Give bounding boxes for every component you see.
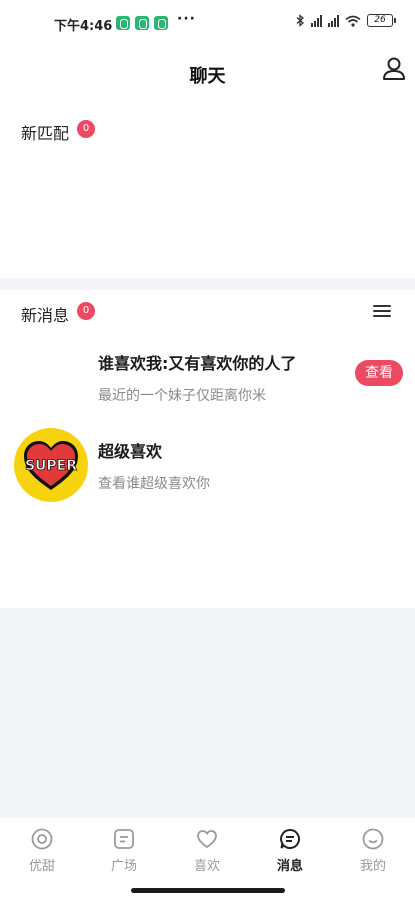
super-like-avatar: SUPER	[14, 428, 88, 502]
smile-icon	[362, 828, 384, 850]
status-bar: 下午4:46 ··· 26	[0, 0, 415, 44]
tab-me[interactable]: 我的	[343, 828, 403, 884]
menu-icon[interactable]	[371, 302, 393, 320]
tab-label: 优甜	[28, 859, 55, 874]
wifi-icon	[345, 15, 361, 27]
profile-icon[interactable]	[379, 54, 409, 84]
app-notification-icon	[116, 16, 130, 30]
square-doc-icon	[114, 829, 134, 849]
status-indicators: 26	[295, 14, 396, 27]
bluetooth-icon	[296, 14, 304, 27]
status-time: 下午4:46	[54, 19, 113, 34]
heart-icon	[197, 830, 217, 849]
page-title: 聊天	[189, 66, 226, 87]
list-item-subtitle: 最近的一个妹子仅距离你米	[98, 388, 266, 404]
view-button[interactable]: 查看	[355, 360, 403, 386]
tab-square[interactable]: 广场	[94, 828, 154, 884]
home-indicator[interactable]	[131, 888, 285, 893]
new-matches-label: 新匹配	[21, 124, 70, 143]
signal-icon	[328, 14, 339, 27]
tab-label: 喜欢	[193, 859, 220, 874]
new-messages-label: 新消息	[21, 306, 70, 325]
more-notifications-icon: ···	[177, 11, 196, 27]
app-notification-icon	[135, 16, 149, 30]
app-notification-icon	[154, 16, 168, 30]
target-icon	[31, 828, 53, 850]
list-item-title: 超级喜欢	[98, 442, 163, 461]
super-heart-icon: SUPER	[24, 441, 78, 490]
tab-messages[interactable]: 消息	[260, 828, 320, 884]
signal-icon	[311, 14, 322, 27]
new-messages-section: 新消息 0 谁喜欢我:又有喜欢你的人了 最近的一个妹子仅距离你米 查看 SUPE…	[0, 290, 415, 608]
new-matches-count-badge: 0	[77, 120, 95, 138]
tab-label: 消息	[276, 859, 303, 874]
tab-likes[interactable]: 喜欢	[177, 828, 237, 884]
new-messages-count-badge: 0	[77, 302, 95, 320]
page-header: 聊天	[0, 44, 415, 100]
battery-icon: 26	[367, 14, 396, 27]
list-item-title: 谁喜欢我:又有喜欢你的人了	[98, 354, 297, 373]
new-matches-section: 新匹配 0	[0, 100, 415, 278]
tab-youtian[interactable]: 优甜	[12, 828, 72, 884]
list-item-subtitle: 查看谁超级喜欢你	[98, 476, 210, 492]
tab-label: 我的	[359, 859, 386, 874]
super-avatar-text: SUPER	[25, 458, 77, 474]
who-likes-me-row[interactable]: 谁喜欢我:又有喜欢你的人了 最近的一个妹子仅距离你米 查看	[0, 350, 415, 438]
tab-label: 广场	[110, 859, 137, 874]
super-like-row[interactable]: SUPER 超级喜欢 查看谁超级喜欢你	[0, 428, 415, 526]
chat-icon	[280, 828, 301, 849]
